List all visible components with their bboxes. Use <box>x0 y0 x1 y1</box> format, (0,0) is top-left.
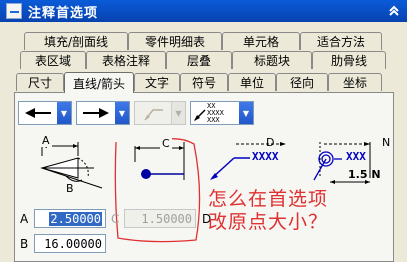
tab-rib-line[interactable]: 肋骨线 <box>312 51 386 69</box>
tab-fill-hatch[interactable]: 填充/剖面线 <box>24 32 128 50</box>
annotation-line-1: 怎么在首选项 <box>208 188 329 210</box>
tab-radial[interactable]: 径向 <box>276 73 328 91</box>
leader-xx-icon: XX XXXX XXX <box>191 102 239 124</box>
annotation-line-2: 改原点大小？ <box>208 211 329 233</box>
tab-table-region[interactable]: 表区域 <box>20 51 86 69</box>
field-a-label: A <box>20 212 29 226</box>
field-b-label: B <box>20 237 29 251</box>
tab-dimension[interactable]: 尺寸 <box>16 73 64 91</box>
title-bar: 注释首选项 <box>0 0 407 22</box>
chevron-down-icon[interactable]: ▼ <box>239 102 253 124</box>
symbol-text-sample: XXX <box>346 150 366 163</box>
tab-stack[interactable]: 层叠 <box>166 51 232 69</box>
dot-size-input[interactable]: 1.50000 <box>124 209 196 228</box>
tab-fit-method[interactable]: 适合方法 <box>300 32 382 50</box>
app-icon <box>6 3 22 19</box>
symbol-spacing-label: 1.5 N <box>348 168 381 181</box>
dot-size-label: C <box>160 137 172 150</box>
arrow-length-label: A <box>40 134 52 147</box>
chevron-down-icon[interactable]: ▼ <box>115 102 129 124</box>
chevron-down-icon[interactable]: ▼ <box>57 102 71 124</box>
leader-preview-line-3: XXX <box>207 116 220 124</box>
arrow-angle-label: B <box>66 182 74 195</box>
symbol-gap-label: N <box>382 136 391 149</box>
elbow-leader-dropdown[interactable]: ▼ <box>134 101 186 125</box>
chevron-down-icon[interactable]: ▼ <box>171 102 185 124</box>
arrowhead-diagram <box>40 142 103 189</box>
double-chevron-up-icon[interactable] <box>385 3 403 19</box>
elbow-leader-icon <box>135 102 171 124</box>
left-arrow-dropdown[interactable]: ▼ <box>18 101 72 125</box>
tab-cell[interactable]: 单元格 <box>222 32 300 50</box>
leader-text-dropdown[interactable]: XX XXXX XXX ▼ <box>190 101 254 125</box>
tab-table-annotation[interactable]: 表格注释 <box>86 51 166 69</box>
leader-gap-label: D <box>266 136 275 149</box>
tab-ordinate[interactable]: 坐标 <box>328 73 382 91</box>
arrow-angle-input[interactable]: 16.00000 <box>34 234 106 253</box>
tab-title-block[interactable]: 标题块 <box>232 51 312 69</box>
right-arrow-dropdown[interactable]: ▼ <box>76 101 130 125</box>
tab-line-arrow[interactable]: 直线/箭头 <box>64 72 134 93</box>
arrow-length-input[interactable]: 2.50000 <box>34 209 106 228</box>
arrow-length-value: 2.50000 <box>49 211 102 226</box>
tab-text[interactable]: 文字 <box>134 73 180 91</box>
window-title: 注释首选项 <box>28 5 99 21</box>
tab-units[interactable]: 单位 <box>228 73 276 91</box>
leader-text-sample: XXXX <box>252 150 279 163</box>
tab-parts-list[interactable]: 零件明细表 <box>128 32 222 50</box>
red-annotation: 怎么在首选项 改原点大小？ <box>208 188 407 234</box>
tab-symbol[interactable]: 符号 <box>180 73 228 91</box>
filled-arrow-right-icon <box>77 102 115 124</box>
filled-arrow-left-icon <box>19 102 57 124</box>
field-c-label: C <box>111 212 120 226</box>
